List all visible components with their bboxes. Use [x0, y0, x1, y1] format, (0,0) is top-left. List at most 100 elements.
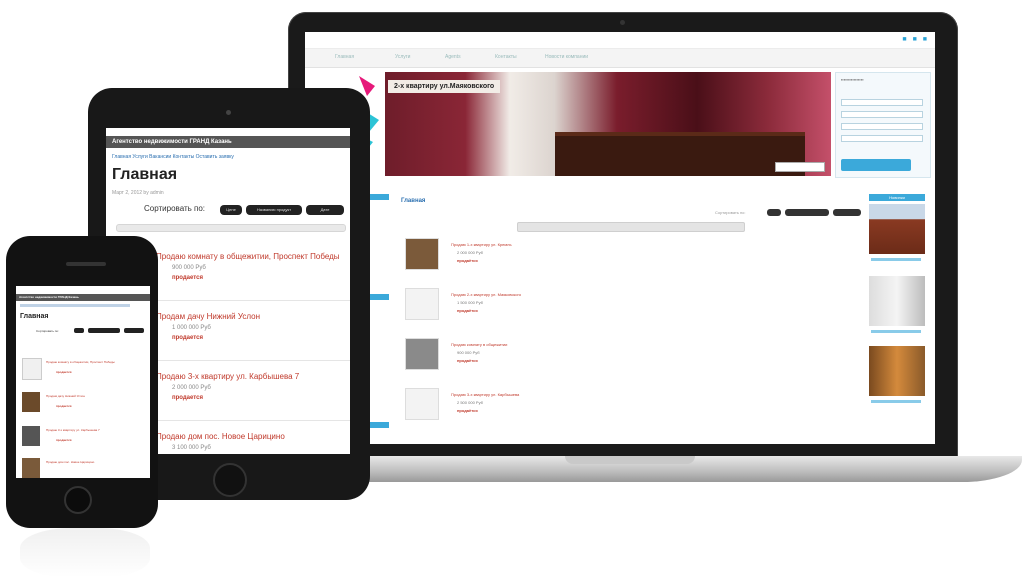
- phone-listing[interactable]: Продаю комнату в общежитии, Проспект Поб…: [22, 358, 146, 388]
- phone-listing-thumbnail[interactable]: [22, 392, 40, 412]
- banner-search-input[interactable]: [775, 162, 825, 172]
- captcha-field[interactable]: [841, 135, 923, 142]
- sidebar-photo-caption[interactable]: [871, 400, 921, 403]
- listing-title[interactable]: Продаю 2-х квартиру ул. Маяковского: [451, 292, 521, 297]
- phone-listing-title[interactable]: Продам дачу Нижний Услон: [46, 394, 85, 398]
- social-icons[interactable]: ■ ■ ■: [902, 36, 929, 43]
- tablet-home-button[interactable]: [213, 463, 247, 497]
- phone-sort-date-button[interactable]: [124, 328, 144, 333]
- tablet-listing[interactable]: Продаю 3-х квартиру ул. Карбышева 7 2 00…: [156, 372, 344, 401]
- sort-date-button[interactable]: [833, 209, 861, 216]
- tablet-sort-date-button[interactable]: Дате: [306, 205, 344, 215]
- sidebar-photo-caption[interactable]: [871, 330, 921, 333]
- tablet-listing[interactable]: Продаю комнату в общежитии, Проспект Поб…: [156, 252, 344, 281]
- phone-listing[interactable]: Продаю 3-х квартиру ул. Карбышева 7 прод…: [22, 426, 146, 456]
- nav-item-agents[interactable]: Agents: [445, 54, 461, 60]
- nav-item-contacts[interactable]: Контакты: [495, 54, 517, 60]
- laptop-notch: [565, 456, 695, 464]
- phone-sort-label: Сортировать по:: [36, 329, 59, 333]
- listing-title[interactable]: Продаю 3-х квартиру ул. Карбышева: [451, 392, 519, 397]
- tablet-post-meta: Март 2, 2012 by admin: [112, 190, 164, 196]
- phone-listing-title[interactable]: Продаю комнату в общежитии, Проспект Поб…: [46, 360, 115, 364]
- password-field[interactable]: [841, 111, 923, 118]
- tablet-listing-title[interactable]: Продам дачу Нижний Услон: [156, 312, 344, 321]
- tablet-listing-price: 1 000 000 Руб: [172, 325, 211, 331]
- tablet-listing-status: продается: [172, 335, 203, 341]
- divider: [150, 420, 350, 421]
- tablet-page-title: Главная: [112, 166, 178, 183]
- listing-status: продаётся: [457, 408, 478, 413]
- sidebar-photo-hall[interactable]: [869, 346, 925, 396]
- phone-reflection: [20, 528, 150, 578]
- listing-row[interactable]: Продаю 3-х квартиру ул. Карбышева 2 500 …: [405, 388, 845, 428]
- tablet-listing-title[interactable]: Продаю комнату в общежитии, Проспект Поб…: [156, 252, 344, 261]
- breadcrumb[interactable]: Главная: [401, 198, 425, 204]
- laptop-topbar: ■ ■ ■: [305, 32, 935, 49]
- phone-nav-links[interactable]: [20, 304, 130, 307]
- phone-listing-thumbnail[interactable]: [22, 458, 40, 478]
- listing-title[interactable]: Продаю 1-х квартиру ул. Кремль: [451, 242, 512, 247]
- phone-speaker: [66, 262, 106, 266]
- listing-row[interactable]: Продаю 1-х квартиру ул. Кремль 2 000 000…: [405, 238, 845, 278]
- nav-item-home[interactable]: Главная: [335, 54, 354, 60]
- sidebar-photo-house[interactable]: [869, 204, 925, 254]
- listing-thumbnail[interactable]: [405, 288, 439, 320]
- tablet-sort-name-button[interactable]: Названию продукт: [246, 205, 302, 215]
- phone-sort-name-button[interactable]: [88, 328, 120, 333]
- phone-home-button[interactable]: [64, 486, 92, 514]
- phone-listing-title[interactable]: Продаю 3-х квартиру ул. Карбышева 7: [46, 428, 100, 432]
- sort-name-button[interactable]: [785, 209, 829, 216]
- phone-screen: Агентство недвижимости ГРАНД Казань Глав…: [16, 286, 150, 478]
- banner-bed-image: [555, 132, 805, 176]
- listing-thumbnail[interactable]: [405, 238, 439, 270]
- sidebar-photo-caption[interactable]: [871, 258, 921, 261]
- listing-status: продаётся: [457, 308, 478, 313]
- tablet-listing-price: 3 100 000 Руб: [172, 445, 211, 451]
- laptop-camera: [620, 20, 625, 25]
- tablet-listing-status: продается: [172, 395, 203, 401]
- email-field[interactable]: [841, 123, 923, 130]
- scroll-bar[interactable]: [517, 222, 745, 232]
- sidebar-photo-room[interactable]: [869, 276, 925, 326]
- sidebar-heading: Новинки: [869, 194, 925, 201]
- tablet-sort-price-button[interactable]: Цене: [220, 205, 242, 215]
- listing-row[interactable]: Продаю 2-х квартиру ул. Маяковского 1 50…: [405, 288, 845, 328]
- login-field[interactable]: [841, 99, 923, 106]
- tablet-listing-title[interactable]: Продаю дом пос. Новое Царицино: [156, 432, 344, 441]
- login-button[interactable]: [841, 159, 911, 171]
- phone-listing-thumbnail[interactable]: [22, 426, 40, 446]
- phone-listing[interactable]: Продаю дом пос. Новое Царицино: [22, 458, 146, 478]
- tablet-scroll-bar[interactable]: [116, 224, 346, 232]
- hero-banner[interactable]: 2-х квартиру ул.Маяковского: [385, 72, 831, 176]
- phone-listing-status: продается: [56, 404, 72, 408]
- phone-listing-thumbnail[interactable]: [22, 358, 42, 380]
- listing-price: 2 500 000 Руб: [457, 400, 483, 405]
- listing-thumbnail[interactable]: [405, 388, 439, 420]
- phone-listing-title[interactable]: Продаю дом пос. Новое Царицино: [46, 460, 94, 464]
- tablet-listing-price: 900 000 Руб: [172, 265, 206, 271]
- phone-sort-price-button[interactable]: [74, 328, 84, 333]
- nav-item-news[interactable]: Новости компании: [545, 54, 588, 60]
- right-sidebar: Новинки: [869, 194, 925, 434]
- listing-thumbnail[interactable]: [405, 338, 439, 370]
- login-text: ▪▪▪▪▪▪▪▪▪▪▪▪▪▪▪▪: [841, 77, 864, 82]
- tablet-nav-links[interactable]: Главная Услуги Вакансии Контакты Оставит…: [112, 154, 234, 160]
- tablet-listing-price: 2 000 000 Руб: [172, 385, 211, 391]
- tablet-listing-status: продается: [172, 275, 203, 281]
- tablet-site-header[interactable]: Агентство недвижимости ГРАНД Казань: [106, 136, 350, 148]
- tablet-listing-title[interactable]: Продаю 3-х квартиру ул. Карбышева 7: [156, 372, 344, 381]
- tablet-camera: [226, 110, 231, 115]
- tablet-listing[interactable]: Продаю дом пос. Новое Царицино 3 100 000…: [156, 432, 344, 451]
- banner-caption[interactable]: 2-х квартиру ул.Маяковского: [388, 80, 501, 93]
- listing-price: 1 500 000 Руб: [457, 300, 483, 305]
- phone-site-header[interactable]: Агентство недвижимости ГРАНД Казань: [16, 294, 150, 301]
- phone-listing[interactable]: Продам дачу Нижний Услон продается: [22, 392, 146, 422]
- listing-status: продаётся: [457, 358, 478, 363]
- listing-row[interactable]: Продаю комнату в общежитии 900 000 Руб п…: [405, 338, 845, 378]
- tablet-sort-label: Сортировать по:: [144, 204, 206, 213]
- listing-title[interactable]: Продаю комнату в общежитии: [451, 342, 507, 347]
- sort-price-button[interactable]: [767, 209, 781, 216]
- nav-item-services[interactable]: Услуги: [395, 54, 410, 60]
- listing-status: продаётся: [457, 258, 478, 263]
- tablet-listing[interactable]: Продам дачу Нижний Услон 1 000 000 Руб п…: [156, 312, 344, 341]
